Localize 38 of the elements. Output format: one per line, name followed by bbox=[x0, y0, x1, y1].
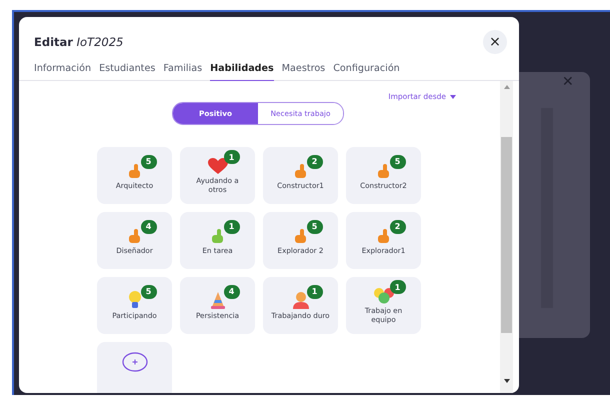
count-badge: 1 bbox=[390, 280, 406, 294]
tab[interactable]: Familias bbox=[163, 63, 202, 81]
thumbs-up-icon bbox=[126, 228, 142, 244]
heart-icon bbox=[208, 158, 228, 174]
count-badge: 1 bbox=[224, 150, 240, 164]
person-icon bbox=[292, 290, 310, 309]
tab[interactable]: Estudiantes bbox=[99, 63, 156, 81]
count-badge: 2 bbox=[306, 154, 322, 169]
count-badge: 4 bbox=[140, 220, 156, 234]
close-button[interactable]: × bbox=[483, 30, 507, 54]
tab[interactable]: Configuración bbox=[333, 63, 400, 81]
thumbs-up-icon bbox=[210, 228, 226, 244]
thumbs-up-icon bbox=[126, 162, 142, 179]
tab[interactable]: Maestros bbox=[282, 63, 326, 81]
caret-icon bbox=[450, 94, 456, 98]
scrollbar[interactable] bbox=[500, 81, 513, 393]
count-badge: 1 bbox=[306, 284, 322, 299]
thumbs-up-icon bbox=[292, 162, 308, 179]
add-skill-card[interactable] bbox=[97, 342, 172, 393]
cone-icon bbox=[210, 290, 226, 309]
scroll-up-icon[interactable] bbox=[504, 85, 510, 89]
add-icon[interactable] bbox=[122, 352, 148, 372]
thumbs-up-icon bbox=[376, 228, 392, 244]
thumbs-up-icon bbox=[376, 162, 392, 179]
dialog-title: Editar IoT2025 bbox=[34, 35, 124, 49]
count-badge: 1 bbox=[224, 220, 240, 234]
tab[interactable]: Información bbox=[34, 63, 92, 81]
count-badge: 4 bbox=[224, 284, 240, 299]
count-badge: 5 bbox=[140, 284, 156, 299]
count-badge: 5 bbox=[390, 154, 406, 169]
scroll-down-icon[interactable] bbox=[504, 379, 510, 383]
thumbs-up-icon bbox=[292, 228, 308, 244]
count-badge: 2 bbox=[390, 220, 406, 234]
light-bulb-icon bbox=[128, 290, 142, 309]
group-faces-icon bbox=[372, 286, 394, 304]
count-badge: 5 bbox=[140, 154, 156, 169]
tab[interactable]: Habilidades bbox=[210, 63, 274, 81]
count-badge: 5 bbox=[306, 220, 322, 234]
